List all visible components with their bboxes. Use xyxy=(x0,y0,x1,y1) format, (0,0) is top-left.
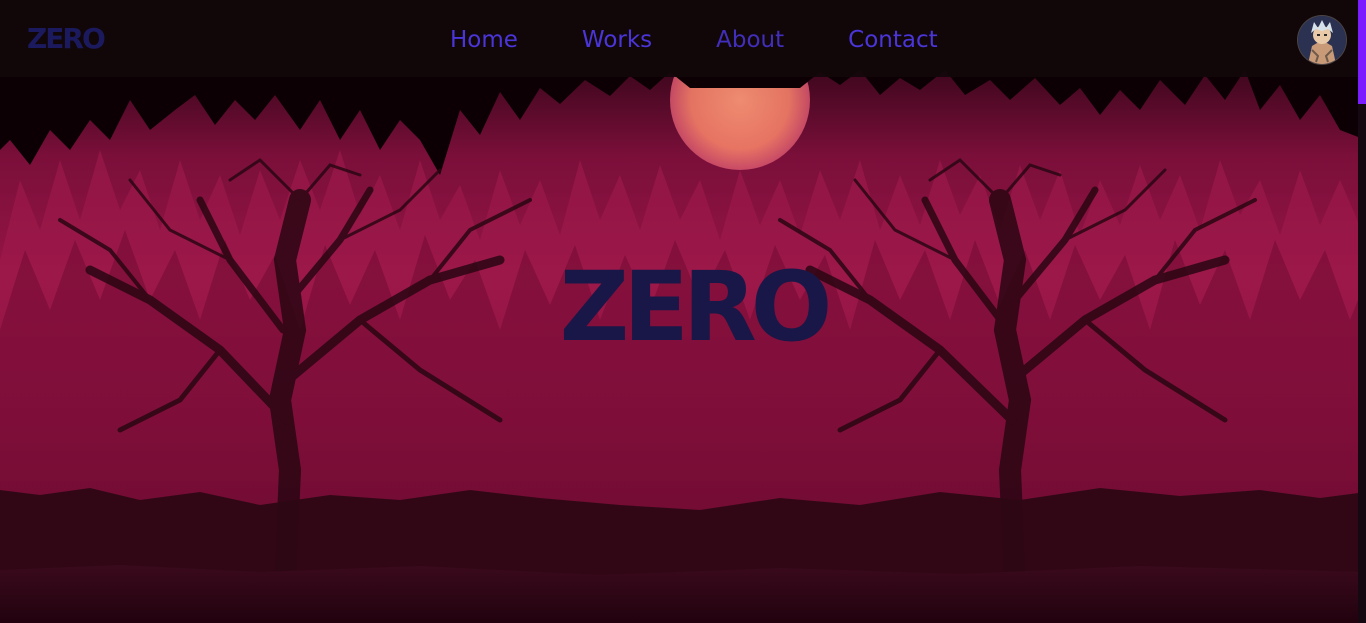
scrollbar-thumb[interactable] xyxy=(1358,0,1366,104)
top-navbar: ZERO Home Works About Contact xyxy=(0,0,1358,77)
nav-links: Home Works About Contact xyxy=(450,24,1002,56)
landing-page: ZERO Home Works About Contact ZERO xyxy=(0,0,1366,623)
nav-link-about[interactable]: About xyxy=(716,24,784,56)
nav-link-works[interactable]: Works xyxy=(582,24,652,56)
nav-link-contact[interactable]: Contact xyxy=(848,24,937,56)
ground xyxy=(0,565,1366,623)
hero-title: ZERO xyxy=(559,251,833,363)
brand-logo[interactable]: ZERO xyxy=(27,21,106,57)
profile-avatar-icon[interactable] xyxy=(1298,16,1346,64)
nav-link-home[interactable]: Home xyxy=(450,24,518,56)
